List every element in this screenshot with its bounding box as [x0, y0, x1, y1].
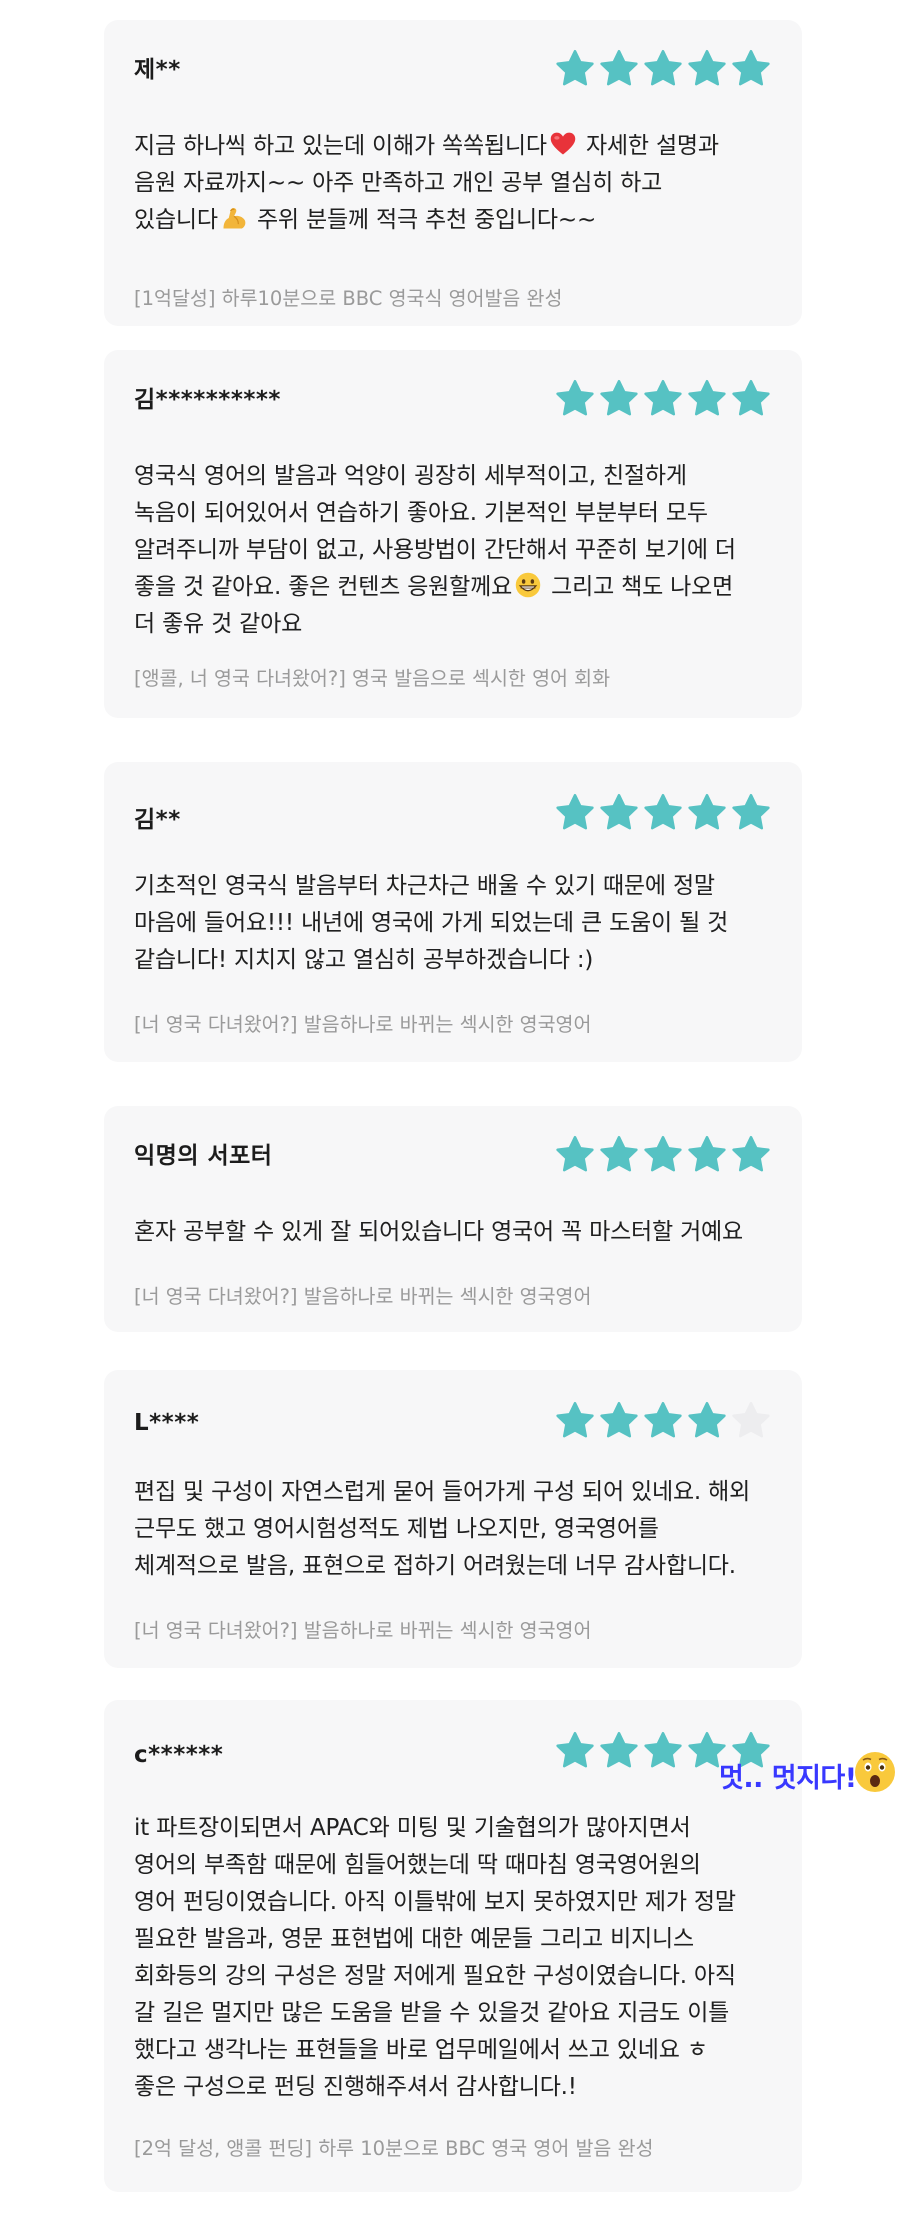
star-filled-icon: [642, 48, 684, 90]
star-filled-icon: [730, 792, 772, 834]
review-text-line: 주위 분들께 적극 추천 중입니다~~: [256, 207, 597, 233]
reviewer-name: L****: [134, 1410, 200, 1436]
review-text-line: 자세한 설명과: [585, 133, 719, 159]
review-text-line: 영어의 부족함 때문에 힘들어했는데 딱 때마침 영국영어원의: [134, 1852, 701, 1878]
grinning-face-emoji-icon: [514, 571, 542, 599]
product-title: [너 영국 다녀왔어?] 발음하나로 바뀌는 섹시한 영국영어: [134, 1013, 592, 1036]
product-title: [2억 달성, 앵콜 펀딩] 하루 10분으로 BBC 영국 영어 발음 완성: [134, 2137, 654, 2160]
reviewer-name: 익명의 서포터: [134, 1143, 273, 1169]
review-text-line: 편집 및 구성이 자연스럽게 묻어 들어가게 구성 되어 있네요. 해외: [134, 1479, 751, 1505]
review-text-line: 그리고 책도 나오면: [551, 574, 734, 600]
star-rating: [554, 792, 772, 834]
star-filled-icon: [554, 792, 596, 834]
review-text-line: 같습니다! 지치지 않고 열심히 공부하겠습니다 :): [134, 947, 594, 973]
star-filled-icon: [730, 378, 772, 420]
star-filled-icon: [642, 792, 684, 834]
star-filled-icon: [598, 1134, 640, 1176]
review-card: L**** 편집 및 구성이 자연스럽게 묻어 들어가게 구성 되어 있네요. …: [104, 1370, 802, 1668]
review-text-line: 더 좋유 것 같아요: [134, 611, 303, 637]
review-card: c****** it 파트장이되면서 APAC와 미팅 및 기술협의가 많아지면…: [104, 1700, 802, 2192]
review-text-line: 녹음이 되어있어서 연습하기 좋아요. 기본적인 부분부터 모두: [134, 500, 708, 526]
review-text-line: 있습니다: [134, 207, 218, 233]
star-filled-icon: [730, 1134, 772, 1176]
review-text: 영국식 영어의 발음과 억양이 굉장히 세부적이고, 친절하게 녹음이 되어있어…: [134, 458, 772, 643]
review-card: 김********** 영국식 영어의 발음과 억양이 굉장히 세부적이고, 친…: [104, 350, 802, 718]
heart-emoji-icon: [549, 130, 577, 158]
review-card: 김** 기초적인 영국식 발음부터 차근차근 배울 수 있기 때문에 정말 마음…: [104, 762, 802, 1062]
review-text-line: 좋은 구성으로 펀딩 진행해주셔서 감사합니다.!: [134, 2074, 577, 2100]
star-filled-icon: [642, 1134, 684, 1176]
reviewer-name: 제**: [134, 57, 181, 83]
review-text-line: 마음에 들어요!!! 내년에 영국에 가게 되었는데 큰 도움이 될 것: [134, 910, 729, 936]
review-text-line: it 파트장이되면서 APAC와 미팅 및 기술협의가 많아지면서: [134, 1815, 691, 1841]
star-filled-icon: [642, 1730, 684, 1772]
review-card: 익명의 서포터 혼자 공부할 수 있게 잘 되어있습니다 영국어 꼭 마스터할 …: [104, 1106, 802, 1332]
star-filled-icon: [686, 48, 728, 90]
review-text: 지금 하나씩 하고 있는데 이해가 쏙쏙됩니다 자세한 설명과 음원 자료까지~…: [134, 128, 772, 239]
review-text: 혼자 공부할 수 있게 잘 되어있습니다 영국어 꼭 마스터할 거예요: [134, 1214, 772, 1251]
star-filled-icon: [598, 1400, 640, 1442]
product-title: [너 영국 다녀왔어?] 발음하나로 바뀌는 섹시한 영국영어: [134, 1285, 592, 1308]
review-text-line: 필요한 발음과, 영문 표현법에 대한 예문들 그리고 비지니스: [134, 1926, 694, 1952]
star-filled-icon: [554, 1134, 596, 1176]
reviewer-name: 김**********: [134, 387, 281, 413]
star-rating: [554, 1400, 772, 1442]
review-card: 제** 지금 하나씩 하고 있는데 이해가 쏙쏙됩니다 자세한 설명과 음원 자…: [104, 20, 802, 326]
star-filled-icon: [686, 378, 728, 420]
annotation-text: 멋.. 멋지다!: [719, 1763, 857, 1794]
review-text: 편집 및 구성이 자연스럽게 묻어 들어가게 구성 되어 있네요. 해외 근무도…: [134, 1474, 772, 1585]
review-text-line: 체계적으로 발음, 표현으로 접하기 어려웠는데 너무 감사합니다.: [134, 1553, 736, 1579]
review-text-line: 좋을 것 같아요. 좋은 컨텐츠 응원할께요: [134, 574, 513, 600]
review-text-line: 영어 펀딩이였습니다. 아직 이틀밖에 보지 못하였지만 제가 정말: [134, 1889, 736, 1915]
star-filled-icon: [554, 48, 596, 90]
star-filled-icon: [686, 792, 728, 834]
product-title: [1억달성] 하루10분으로 BBC 영국식 영어발음 완성: [134, 287, 563, 310]
star-filled-icon: [554, 378, 596, 420]
review-text-line: 회화등의 강의 구성은 정말 저에게 필요한 구성이였습니다. 아직: [134, 1963, 736, 1989]
star-filled-icon: [642, 378, 684, 420]
star-filled-icon: [686, 1134, 728, 1176]
star-filled-icon: [554, 1730, 596, 1772]
star-empty-icon: [730, 1400, 772, 1442]
star-filled-icon: [598, 48, 640, 90]
review-text-line: 근무도 했고 영어시험성적도 제법 나오지만, 영국영어를: [134, 1516, 659, 1542]
star-filled-icon: [730, 48, 772, 90]
star-filled-icon: [642, 1400, 684, 1442]
review-text-line: 영국식 영어의 발음과 억양이 굉장히 세부적이고, 친절하게: [134, 463, 687, 489]
star-filled-icon: [598, 378, 640, 420]
product-title: [너 영국 다녀왔어?] 발음하나로 바뀌는 섹시한 영국영어: [134, 1619, 592, 1642]
review-list: 제** 지금 하나씩 하고 있는데 이해가 쏙쏙됩니다 자세한 설명과 음원 자…: [0, 0, 900, 2230]
flexed-arm-emoji-icon: [220, 204, 248, 232]
star-filled-icon: [598, 792, 640, 834]
star-filled-icon: [554, 1400, 596, 1442]
review-text-line: 혼자 공부할 수 있게 잘 되어있습니다 영국어 꼭 마스터할 거예요: [134, 1219, 743, 1245]
star-filled-icon: [686, 1400, 728, 1442]
review-text-line: 했다고 생각나는 표현들을 바로 업무메일에서 쓰고 있네요 ㅎ: [134, 2037, 708, 2063]
star-rating: [554, 378, 772, 420]
reviewer-name: 김**: [134, 807, 181, 833]
review-text-line: 지금 하나씩 하고 있는데 이해가 쏙쏙됩니다: [134, 133, 547, 159]
astonished-face-emoji-icon: [853, 1750, 897, 1794]
review-text: it 파트장이되면서 APAC와 미팅 및 기술협의가 많아지면서 영어의 부족…: [134, 1810, 772, 2106]
review-text-line: 알려주니까 부담이 없고, 사용방법이 간단해서 꾸준히 보기에 더: [134, 537, 736, 563]
review-text-line: 갈 길은 멀지만 많은 도움을 받을 수 있을것 같아요 지금도 이틀: [134, 2000, 730, 2026]
star-rating: [554, 1134, 772, 1176]
review-text: 기초적인 영국식 발음부터 차근차근 배울 수 있기 때문에 정말 마음에 들어…: [134, 868, 772, 979]
reviewer-name: c******: [134, 1742, 224, 1768]
star-filled-icon: [598, 1730, 640, 1772]
product-title: [앵콜, 너 영국 다녀왔어?] 영국 발음으로 섹시한 영어 회화: [134, 667, 611, 690]
star-rating: [554, 48, 772, 90]
review-text-line: 음원 자료까지~~ 아주 만족하고 개인 공부 열심히 하고: [134, 170, 663, 196]
review-text-line: 기초적인 영국식 발음부터 차근차근 배울 수 있기 때문에 정말: [134, 873, 715, 899]
